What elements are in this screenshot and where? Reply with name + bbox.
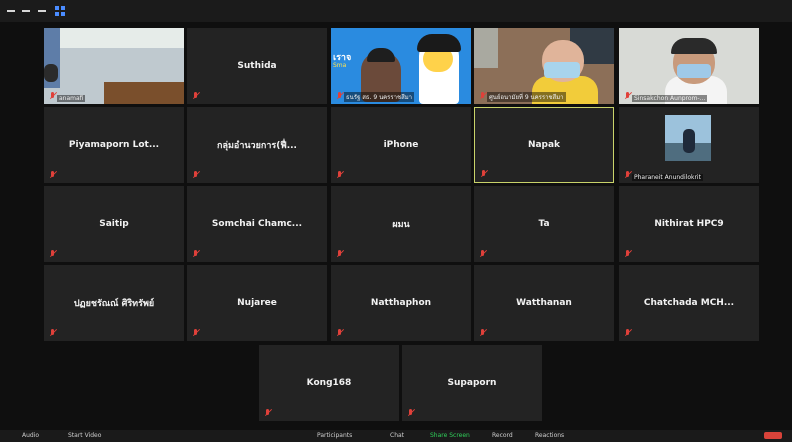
- participant-tile[interactable]: Napak: [474, 107, 614, 183]
- participant-name: Suthida: [237, 61, 277, 71]
- muted-mic-icon: [480, 170, 487, 179]
- muted-mic-icon: [624, 171, 631, 180]
- participant-name: iPhone: [383, 140, 419, 150]
- minimize-icon[interactable]: [7, 10, 15, 12]
- participant-tile[interactable]: Suthida: [187, 28, 327, 104]
- participant-name: Saitip: [99, 219, 129, 229]
- participant-tile[interactable]: Piyamaporn Lot...: [44, 107, 184, 183]
- muted-mic-icon: [264, 409, 271, 418]
- participant-tile[interactable]: ปฏยชรัณณ์ ศิริทรัพย์: [44, 265, 184, 341]
- participant-video: [619, 107, 759, 183]
- muted-mic-icon: [192, 171, 199, 180]
- participant-name: Nithirat HPC9: [654, 219, 724, 229]
- muted-mic-icon: [49, 250, 56, 259]
- participant-name: Somchai Chamc...: [211, 219, 303, 229]
- muted-mic-icon: [192, 92, 199, 101]
- muted-mic-icon: [336, 329, 343, 338]
- participant-name: Chatchada MCH...: [643, 298, 735, 308]
- participant-name: Nujaree: [237, 298, 277, 308]
- muted-mic-icon: [192, 329, 199, 338]
- reactions-button[interactable]: Reactions: [535, 432, 564, 439]
- restore-icon[interactable]: [22, 10, 30, 12]
- end-meeting-button[interactable]: [764, 432, 782, 439]
- muted-mic-icon: [49, 92, 56, 101]
- participant-caption: Sinsakchon Aunprom-...: [632, 95, 708, 102]
- participant-tile[interactable]: ผมน: [331, 186, 471, 262]
- participant-tile[interactable]: Chatchada MCH...: [619, 265, 759, 341]
- participant-name: Piyamaporn Lot...: [68, 140, 160, 150]
- participant-tile[interactable]: ศูนย์อนามัยที่ 9 นครราชสีมา: [474, 28, 614, 104]
- participant-name: กลุ่มอำนวยการ(ฟื่...: [217, 141, 297, 151]
- participant-name: Natthaphon: [370, 298, 432, 308]
- participant-name: Kong168: [306, 378, 352, 388]
- muted-mic-icon: [336, 92, 343, 101]
- participant-tile[interactable]: Sinsakchon Aunprom-...: [619, 28, 759, 104]
- participant-tile[interactable]: Ta: [474, 186, 614, 262]
- participant-name: Napak: [527, 140, 561, 150]
- participant-tile[interactable]: Kong168: [259, 345, 399, 421]
- participant-caption: Pharaneit Anundilokrit: [632, 174, 703, 181]
- muted-mic-icon: [407, 409, 414, 418]
- participant-tile[interactable]: Nujaree: [187, 265, 327, 341]
- participant-tile[interactable]: กลุ่มอำนวยการ(ฟื่...: [187, 107, 327, 183]
- muted-mic-icon: [624, 250, 631, 259]
- muted-mic-icon: [479, 250, 486, 259]
- record-button[interactable]: Record: [492, 432, 513, 439]
- gallery-view: anamafi Suthida เราจ Sma ธนรัฐ สธ. 9 นครราชส…: [0, 22, 792, 430]
- participant-video: [619, 28, 759, 104]
- fullscreen-icon[interactable]: [38, 10, 46, 12]
- participant-tile[interactable]: เราจ Sma ธนรัฐ สธ. 9 นครราชสีมา: [331, 28, 471, 104]
- muted-mic-icon: [336, 171, 343, 180]
- participant-name: ปฏยชรัณณ์ ศิริทรัพย์: [73, 299, 155, 309]
- muted-mic-icon: [192, 250, 199, 259]
- start-video-button[interactable]: Start Video: [68, 432, 101, 439]
- participant-name: Ta: [538, 219, 550, 229]
- audio-button[interactable]: Audio: [22, 432, 39, 439]
- chat-button[interactable]: Chat: [390, 432, 404, 439]
- participant-tile[interactable]: Somchai Chamc...: [187, 186, 327, 262]
- gallery-view-icon[interactable]: [55, 6, 65, 16]
- muted-mic-icon: [49, 171, 56, 180]
- participant-name: Watthanan: [516, 298, 572, 308]
- muted-mic-icon: [49, 329, 56, 338]
- participant-caption: ธนรัฐ สธ. 9 นครราชสีมา: [344, 92, 415, 102]
- participant-tile[interactable]: Supaporn: [402, 345, 542, 421]
- participant-name: ผมน: [392, 220, 410, 230]
- participant-caption: ศูนย์อนามัยที่ 9 นครราชสีมา: [487, 92, 566, 102]
- participant-tile[interactable]: Saitip: [44, 186, 184, 262]
- participant-tile[interactable]: anamafi: [44, 28, 184, 104]
- participants-button[interactable]: Participants: [317, 432, 352, 439]
- participant-tile[interactable]: Pharaneit Anundilokrit: [619, 107, 759, 183]
- participant-tile[interactable]: Nithirat HPC9: [619, 186, 759, 262]
- muted-mic-icon: [624, 329, 631, 338]
- muted-mic-icon: [336, 250, 343, 259]
- share-screen-button[interactable]: Share Screen: [430, 432, 470, 439]
- muted-mic-icon: [479, 329, 486, 338]
- participant-caption: anamafi: [57, 95, 86, 102]
- muted-mic-icon: [479, 92, 486, 101]
- meeting-toolbar: Audio Start Video Participants Chat Shar…: [0, 430, 792, 442]
- participant-tile[interactable]: Watthanan: [474, 265, 614, 341]
- participant-tile[interactable]: Natthaphon: [331, 265, 471, 341]
- participant-name: Supaporn: [447, 378, 497, 388]
- window-top-bar: [0, 0, 792, 22]
- participant-video: [44, 28, 184, 104]
- muted-mic-icon: [624, 92, 631, 101]
- participant-tile[interactable]: iPhone: [331, 107, 471, 183]
